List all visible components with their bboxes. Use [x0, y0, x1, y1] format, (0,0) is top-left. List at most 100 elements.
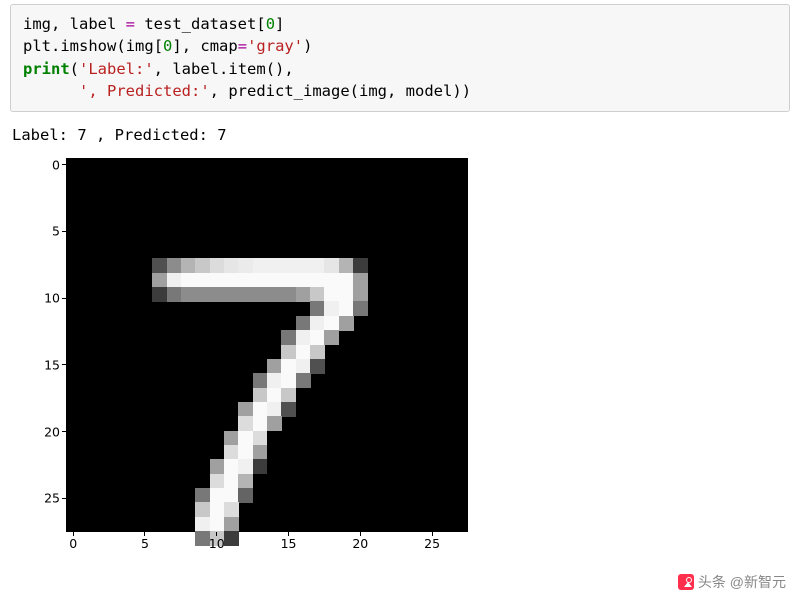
- y-tick-mark: [62, 431, 66, 432]
- pixel: [253, 388, 268, 403]
- pixel: [267, 402, 282, 417]
- pixel: [267, 287, 282, 302]
- pixel: [267, 359, 282, 374]
- pixel: [224, 273, 239, 288]
- pixel: [152, 287, 167, 302]
- x-tick-label: 10: [209, 536, 225, 551]
- pixel: [210, 502, 225, 517]
- pixel: [224, 517, 239, 532]
- y-tick-mark: [62, 298, 66, 299]
- pixel: [281, 345, 296, 360]
- heatmap-image: [66, 158, 468, 532]
- x-tick-mark: [144, 532, 145, 536]
- toutiao-icon: [678, 574, 694, 590]
- pixel: [267, 273, 282, 288]
- pixel: [210, 488, 225, 503]
- pixel: [253, 402, 268, 417]
- pixel: [238, 258, 253, 273]
- pixel: [152, 273, 167, 288]
- x-tick-mark: [288, 532, 289, 536]
- y-tick-mark: [62, 498, 66, 499]
- pixel: [324, 287, 339, 302]
- pixel: [253, 431, 268, 446]
- pixel: [310, 330, 325, 345]
- pixel: [167, 287, 182, 302]
- x-tick-mark: [360, 532, 361, 536]
- pixel: [152, 258, 167, 273]
- y-tick-label: 0: [30, 157, 60, 172]
- pixel: [253, 258, 268, 273]
- pixel: [181, 258, 196, 273]
- pixel: [353, 301, 368, 316]
- pixel: [210, 273, 225, 288]
- pixel: [281, 388, 296, 403]
- pixel: [339, 258, 354, 273]
- pixel: [310, 345, 325, 360]
- code-cell: img, label = test_dataset[0] plt.imshow(…: [10, 4, 790, 112]
- pixel: [310, 316, 325, 331]
- pixel: [195, 258, 210, 273]
- pixel: [238, 416, 253, 431]
- pixel: [339, 273, 354, 288]
- pixel: [324, 273, 339, 288]
- pixel: [224, 258, 239, 273]
- pixel: [224, 531, 239, 546]
- pixel: [224, 431, 239, 446]
- pixel: [296, 359, 311, 374]
- pixel: [224, 502, 239, 517]
- pixel: [339, 287, 354, 302]
- pixel: [224, 445, 239, 460]
- pixel: [210, 474, 225, 489]
- x-tick-mark: [432, 532, 433, 536]
- pixel: [224, 474, 239, 489]
- pixel: [195, 273, 210, 288]
- pixel: [253, 373, 268, 388]
- pixel: [296, 287, 311, 302]
- pixel: [253, 287, 268, 302]
- pixel: [281, 273, 296, 288]
- pixel: [224, 459, 239, 474]
- pixel: [238, 474, 253, 489]
- pixel: [210, 258, 225, 273]
- pixel: [253, 416, 268, 431]
- pixel: [324, 330, 339, 345]
- y-tick-mark: [62, 364, 66, 365]
- x-tick-mark: [73, 532, 74, 536]
- pixel: [281, 359, 296, 374]
- pixel: [353, 287, 368, 302]
- pixel: [296, 258, 311, 273]
- mnist-plot: 05101520250510152025: [14, 150, 484, 565]
- pixel: [238, 273, 253, 288]
- stdout-output: Label: 7 , Predicted: 7: [12, 126, 788, 144]
- pixel: [324, 258, 339, 273]
- watermark-text: 头条 @新智元: [698, 574, 786, 590]
- pixel: [195, 517, 210, 532]
- y-tick-mark: [62, 231, 66, 232]
- pixel: [224, 488, 239, 503]
- y-tick-label: 5: [30, 224, 60, 239]
- pixel: [296, 330, 311, 345]
- pixel: [253, 459, 268, 474]
- pixel: [339, 316, 354, 331]
- pixel: [167, 273, 182, 288]
- pixel: [267, 258, 282, 273]
- watermark: 头条 @新智元: [678, 572, 786, 592]
- pixel: [324, 301, 339, 316]
- pixel: [195, 287, 210, 302]
- pixel: [238, 431, 253, 446]
- pixel: [324, 316, 339, 331]
- pixel: [238, 459, 253, 474]
- pixel: [195, 488, 210, 503]
- pixel: [281, 330, 296, 345]
- pixel: [210, 459, 225, 474]
- pixel: [296, 273, 311, 288]
- pixel: [210, 517, 225, 532]
- pixel: [238, 445, 253, 460]
- pixel: [353, 273, 368, 288]
- pixel: [339, 301, 354, 316]
- pixel: [310, 258, 325, 273]
- pixel: [167, 258, 182, 273]
- pixel: [224, 287, 239, 302]
- y-tick-label: 20: [30, 424, 60, 439]
- pixel: [238, 488, 253, 503]
